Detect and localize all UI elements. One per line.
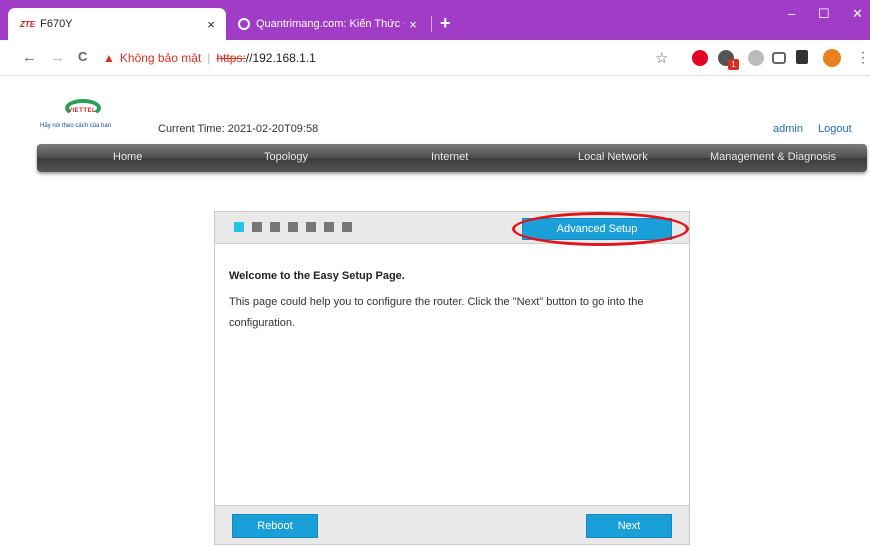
welcome-title: Welcome to the Easy Setup Page. <box>229 270 405 282</box>
extension-icon[interactable] <box>748 50 764 66</box>
highlight-circle <box>512 212 689 246</box>
extension-badge: 1 <box>728 59 739 70</box>
close-window-button[interactable]: ✕ <box>852 6 863 22</box>
tab-title: Quantrimang.com: Kiến Thức Cô <box>256 18 404 30</box>
menu-local-network[interactable]: Local Network <box>578 151 648 163</box>
quantrimang-favicon-icon <box>238 18 250 30</box>
puzzle-extension-icon[interactable] <box>796 50 808 64</box>
easy-setup-panel: Advanced Setup Welcome to the Easy Setup… <box>214 211 690 545</box>
security-status[interactable]: Không bảo mật <box>120 51 201 65</box>
minimize-button[interactable]: – <box>788 6 795 21</box>
step-indicator-4 <box>288 222 298 232</box>
reboot-button[interactable]: Reboot <box>232 514 318 538</box>
step-indicator-7 <box>342 222 352 232</box>
tab-separator <box>431 16 432 32</box>
tab-quantrimang[interactable]: Quantrimang.com: Kiến Thức Cô × <box>228 8 428 40</box>
back-button[interactable]: ← <box>22 49 37 66</box>
url-scheme: https: <box>216 51 246 65</box>
forward-button[interactable]: → <box>50 49 65 66</box>
new-tab-button[interactable]: + <box>440 13 451 34</box>
pinterest-extension-icon[interactable] <box>692 50 708 66</box>
tab-title: F670Y <box>40 18 73 30</box>
viettel-logo: VIETTEL Hãy nói theo cách của bạn <box>38 99 156 131</box>
admin-link[interactable]: admin <box>773 123 803 135</box>
step-indicator-3 <box>270 222 280 232</box>
close-tab-icon[interactable]: × <box>202 17 220 32</box>
url-host: //192.168.1.1 <box>245 51 316 65</box>
welcome-description: This page could help you to configure th… <box>229 296 644 329</box>
step-indicator-5 <box>306 222 316 232</box>
current-time: Current Time: 2021-02-20T09:58 <box>158 123 318 135</box>
bookmark-star-icon[interactable]: ☆ <box>655 49 668 67</box>
browser-menu-icon[interactable]: ⋮ <box>856 49 870 66</box>
address-divider: | <box>207 51 211 65</box>
current-time-value: 2021-02-20T09:58 <box>227 123 319 135</box>
profile-avatar[interactable] <box>823 49 841 67</box>
logo-text: VIETTEL <box>68 108 97 114</box>
next-button[interactable]: Next <box>586 514 672 538</box>
easy-setup-header: Advanced Setup <box>215 212 689 246</box>
browser-toolbar: ← → C ▲ Không bảo mật | https: //192.168… <box>0 40 870 76</box>
tab-router[interactable]: ZTE F670Y × <box>8 8 226 40</box>
step-indicator-1 <box>234 222 244 232</box>
main-menu: Home Topology Internet Local Network Man… <box>37 144 867 172</box>
current-time-label: Current Time: <box>158 123 225 135</box>
step-indicator-2 <box>252 222 262 232</box>
camera-extension-icon[interactable] <box>772 52 786 64</box>
easy-setup-footer: Reboot Next <box>215 505 689 544</box>
address-bar[interactable]: ▲ Không bảo mật | https: //192.168.1.1 <box>103 45 679 71</box>
menu-topology[interactable]: Topology <box>264 151 308 163</box>
zte-favicon-icon: ZTE <box>20 19 36 29</box>
close-tab-icon[interactable]: × <box>404 17 422 32</box>
warning-icon[interactable]: ▲ <box>103 51 115 65</box>
menu-home[interactable]: Home <box>113 151 142 163</box>
logout-link[interactable]: Logout <box>818 123 852 135</box>
menu-internet[interactable]: Internet <box>431 151 468 163</box>
logo-slogan: Hãy nói theo cách của bạn <box>40 123 112 129</box>
step-indicator-6 <box>324 222 334 232</box>
router-page: VIETTEL Hãy nói theo cách của bạn Curren… <box>0 77 870 547</box>
menu-management-diagnosis[interactable]: Management & Diagnosis <box>710 151 836 163</box>
browser-titlebar: ZTE F670Y × Quantrimang.com: Kiến Thức C… <box>0 0 870 40</box>
reload-button[interactable]: C <box>78 49 87 64</box>
maximize-button[interactable]: ☐ <box>818 6 830 22</box>
